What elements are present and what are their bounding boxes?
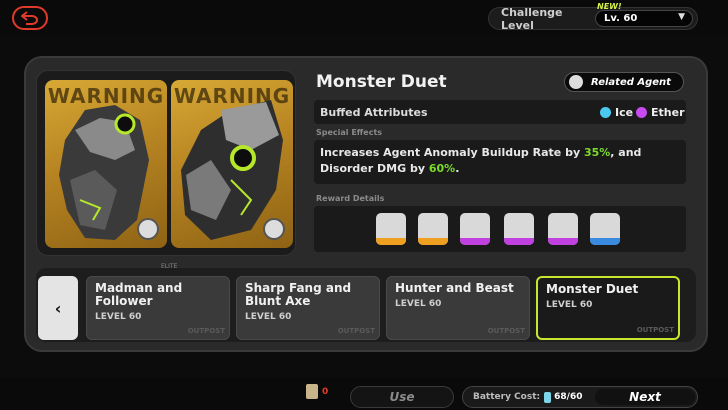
- back-arrow-icon: [21, 11, 38, 25]
- attribute-ether: Ether: [636, 106, 685, 119]
- ice-icon: [600, 106, 611, 118]
- faction-seal-icon: [137, 218, 159, 240]
- buffed-attributes-row: Buffed Attributes Ice Ether: [314, 100, 686, 124]
- attribute-ice-label: Ice: [615, 105, 634, 119]
- ticket-icon: [306, 384, 318, 399]
- boss-card-right: WARNING: [171, 80, 293, 248]
- stage-name: Sharp Fang and Blunt Axe: [245, 281, 352, 308]
- back-button[interactable]: [12, 6, 48, 30]
- battery-cost-value: 68/60: [554, 392, 583, 402]
- use-button[interactable]: Use: [350, 386, 454, 408]
- reward-icon-5[interactable]: [548, 213, 578, 245]
- agent-icon: [569, 75, 583, 89]
- effect-line-2: Disorder DMG by 60%.: [320, 162, 460, 175]
- attribute-ice: Ice: [600, 106, 633, 119]
- stage-watermark: OUTPOST: [187, 327, 225, 335]
- coin-count: 0: [322, 386, 329, 397]
- stage-card-sharp-fang[interactable]: Sharp Fang and Blunt Axe LEVEL 60 OUTPOS…: [236, 276, 380, 340]
- ether-icon: [636, 106, 647, 118]
- challenge-level-bar: Challenge Level NEW! Lv. 60 ▼: [488, 2, 698, 32]
- stage-level: LEVEL 60: [395, 299, 442, 309]
- stage-name: Hunter and Beast: [395, 281, 514, 295]
- special-effects-text: Increases Agent Anomaly Buildup Rate by …: [314, 140, 686, 184]
- stage-name: Monster Duet: [546, 282, 639, 296]
- faction-seal-icon-2: [263, 218, 285, 240]
- special-effects-label: Special Effects: [316, 128, 383, 137]
- reward-icon-6[interactable]: [590, 213, 620, 245]
- coin-counter: 0: [306, 384, 328, 399]
- stage-watermark: OUTPOST: [337, 327, 375, 335]
- stage-level: LEVEL 60: [245, 312, 292, 322]
- stage-card-monster-duet[interactable]: Monster Duet LEVEL 60 OUTPOST: [536, 276, 680, 340]
- boss-card-left: WARNING: [45, 80, 167, 248]
- effect-line-1: Increases Agent Anomaly Buildup Rate by …: [320, 146, 642, 159]
- stage-name: Madman and Follower: [95, 281, 183, 308]
- related-agent-label: Related Agent: [591, 76, 671, 88]
- stage-level: LEVEL 60: [546, 300, 593, 310]
- main-panel: WARNING WARNING ELITE Monster Duet Relat…: [24, 56, 708, 352]
- buffed-attributes-label: Buffed Attributes: [320, 105, 428, 119]
- reward-details-label: Reward Details: [316, 194, 385, 203]
- reward-icon-4[interactable]: [504, 213, 534, 245]
- next-button[interactable]: Next: [595, 389, 695, 405]
- level-dropdown[interactable]: Lv. 60 ▼: [595, 10, 693, 27]
- rewards-row: [314, 206, 686, 252]
- stage-selector: ‹ Madman and Follower LEVEL 60 OUTPOST S…: [36, 268, 696, 342]
- chevron-down-icon: ▼: [678, 12, 685, 22]
- reward-icon-3[interactable]: [460, 213, 490, 245]
- stage-card-madman[interactable]: Madman and Follower LEVEL 60 OUTPOST: [86, 276, 230, 340]
- attribute-ether-label: Ether: [651, 105, 685, 119]
- left-arrow-button[interactable]: ‹: [38, 276, 78, 340]
- stage-watermark: OUTPOST: [487, 327, 525, 335]
- battery-cost-value-wrap: 68/60: [544, 391, 583, 403]
- reward-icon-2[interactable]: [418, 213, 448, 245]
- level-value: Lv. 60: [604, 13, 638, 24]
- top-bar: Challenge Level NEW! Lv. 60 ▼: [0, 0, 728, 36]
- stage-watermark: OUTPOST: [636, 326, 674, 334]
- boss-cards-frame: WARNING WARNING ELITE: [36, 70, 296, 270]
- battery-cost-bar: Battery Cost: 68/60 Next: [462, 386, 698, 408]
- battery-cost-label: Battery Cost:: [473, 392, 541, 402]
- reward-icon-1[interactable]: [376, 213, 406, 245]
- related-agent-button[interactable]: Related Agent: [564, 72, 684, 92]
- challenge-level-label: Challenge Level: [501, 5, 563, 32]
- stage-card-hunter[interactable]: Hunter and Beast LEVEL 60 OUTPOST: [386, 276, 530, 340]
- stage-level: LEVEL 60: [95, 312, 142, 322]
- boss-title: Monster Duet: [316, 72, 447, 92]
- battery-icon: [544, 391, 552, 403]
